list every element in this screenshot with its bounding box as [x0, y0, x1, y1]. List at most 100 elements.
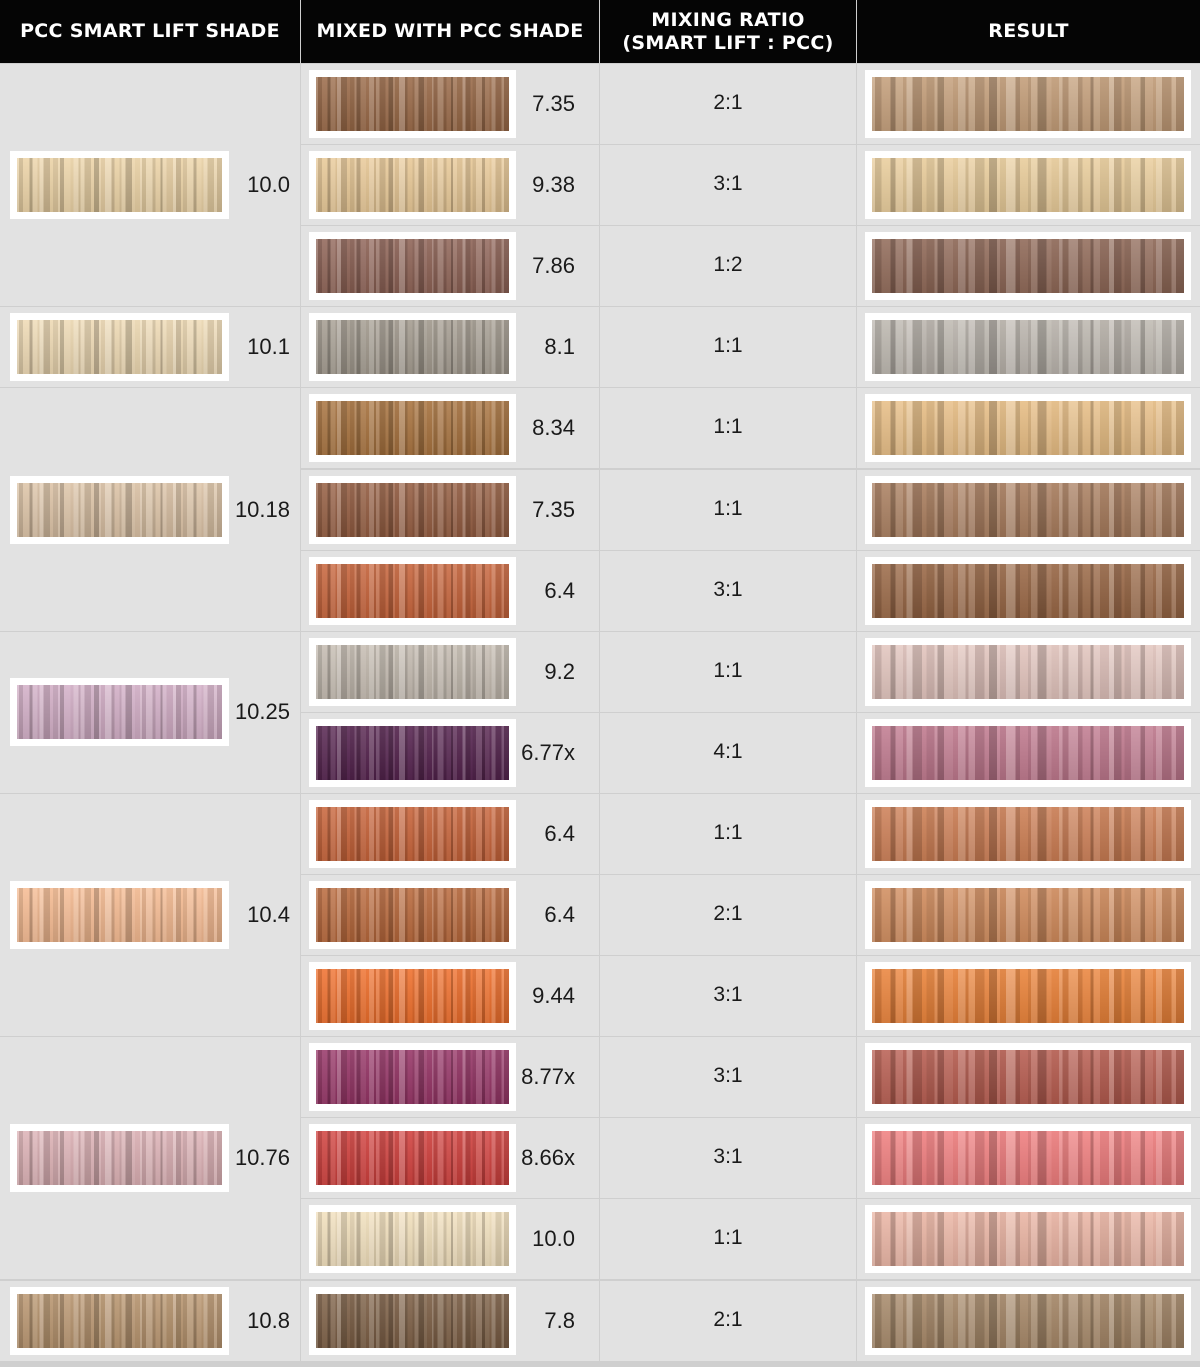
result-swatch — [865, 1286, 1191, 1355]
pcc-shade-label: 9.2 — [544, 658, 575, 684]
hair-swatch-image — [872, 239, 1184, 294]
pcc-shade-swatch — [309, 799, 516, 868]
pcc-shade-cell: 10.0 — [301, 1199, 599, 1280]
pcc-shade-cell: 6.4 — [301, 793, 599, 874]
pcc-shade-cell: 7.8 — [301, 1280, 599, 1361]
result-swatch — [865, 70, 1191, 139]
mixing-ratio-cell: 3:1 — [600, 550, 856, 631]
result-cell — [857, 469, 1200, 550]
result-swatch — [865, 232, 1191, 301]
mixing-ratio-cell: 1:1 — [600, 307, 856, 388]
result-swatch — [865, 1124, 1191, 1193]
mixing-ratio-value: 2:1 — [713, 91, 743, 115]
smart-lift-swatch — [10, 1286, 229, 1355]
result-cell — [857, 1280, 1200, 1361]
hair-swatch-image — [872, 401, 1184, 456]
smart-lift-cell: 10.18 — [0, 388, 300, 631]
pcc-shade-cell: 7.35 — [301, 64, 599, 145]
pcc-shade-swatch — [309, 1043, 516, 1112]
pcc-shade-swatch — [309, 313, 516, 382]
pcc-shade-label: 8.34 — [532, 415, 575, 441]
hair-swatch-image — [316, 888, 509, 943]
result-cell — [857, 64, 1200, 145]
smart-lift-shade-label: 10.18 — [234, 496, 290, 522]
pcc-shade-cell: 9.2 — [301, 631, 599, 712]
hair-swatch-image — [872, 1050, 1184, 1105]
hair-swatch-image — [872, 1212, 1184, 1267]
hair-swatch-image — [872, 644, 1184, 699]
hair-swatch-image — [872, 888, 1184, 943]
smart-lift-shade-label: 10.25 — [234, 699, 290, 725]
pcc-shade-swatch — [309, 1286, 516, 1355]
mixing-ratio-cell: 2:1 — [600, 64, 856, 145]
pcc-shade-label: 9.44 — [532, 983, 575, 1009]
hair-swatch-image — [872, 1293, 1184, 1348]
result-cell — [857, 1037, 1200, 1118]
hair-swatch-image — [872, 806, 1184, 861]
pcc-shade-cell: 7.86 — [301, 226, 599, 307]
result-cell — [857, 226, 1200, 307]
mixing-ratio-value: 3:1 — [713, 983, 743, 1007]
mixing-ratio-cell: 1:1 — [600, 1199, 856, 1280]
result-cell — [857, 145, 1200, 226]
pcc-shade-swatch — [309, 232, 516, 301]
pcc-shade-swatch — [309, 962, 516, 1031]
hair-swatch-image — [316, 1050, 509, 1105]
pcc-shade-label: 6.4 — [544, 577, 575, 603]
result-cell — [857, 712, 1200, 793]
pcc-shade-swatch — [309, 637, 516, 706]
smart-lift-cell: 10.8 — [0, 1280, 300, 1361]
result-swatch — [865, 799, 1191, 868]
result-swatch — [865, 1205, 1191, 1274]
pcc-shade-swatch — [309, 1124, 516, 1193]
hair-swatch-image — [316, 969, 509, 1024]
mixing-ratio-cell: 3:1 — [600, 145, 856, 226]
mixing-ratio-value: 2:1 — [713, 1307, 743, 1331]
smart-lift-swatch — [10, 151, 229, 220]
smart-lift-cell: 10.76 — [0, 1037, 300, 1280]
hair-swatch-image — [17, 685, 222, 740]
hair-swatch-image — [316, 1212, 509, 1267]
mixing-ratio-cell: 3:1 — [600, 1118, 856, 1199]
pcc-shade-label: 7.86 — [532, 253, 575, 279]
result-swatch — [865, 718, 1191, 787]
hair-swatch-image — [316, 1293, 509, 1348]
hair-swatch-image — [17, 158, 222, 213]
header-result-label: RESULT — [988, 20, 1069, 42]
pcc-shade-cell: 9.44 — [301, 956, 599, 1037]
result-cell — [857, 550, 1200, 631]
result-cell — [857, 388, 1200, 469]
hair-swatch-image — [316, 239, 509, 294]
result-cell — [857, 1118, 1200, 1199]
pcc-shade-swatch — [309, 70, 516, 139]
mixing-ratio-value: 1:1 — [713, 496, 743, 520]
result-swatch — [865, 637, 1191, 706]
mixing-ratio-value: 1:2 — [713, 253, 743, 277]
result-cell — [857, 307, 1200, 388]
result-cell — [857, 1199, 1200, 1280]
header-mixed-with-label: MIXED WITH PCC SHADE — [316, 20, 584, 42]
pcc-shade-label: 8.77x — [521, 1064, 575, 1090]
hair-swatch-image — [316, 1131, 509, 1186]
hair-swatch-image — [872, 969, 1184, 1024]
pcc-shade-swatch — [309, 556, 516, 625]
result-cell — [857, 956, 1200, 1037]
mixing-ratio-cell: 4:1 — [600, 712, 856, 793]
mixing-ratio-cell: 1:1 — [600, 388, 856, 469]
hair-swatch-image — [872, 1131, 1184, 1186]
smart-lift-shade-label: 10.76 — [234, 1145, 290, 1171]
pcc-shade-swatch — [309, 1205, 516, 1274]
hair-swatch-image — [316, 401, 509, 456]
smart-lift-swatch — [10, 1124, 229, 1193]
smart-lift-shade-label: 10.4 — [247, 902, 290, 928]
mixing-ratio-value: 1:1 — [713, 658, 743, 682]
hair-swatch-image — [316, 806, 509, 861]
result-cell — [857, 793, 1200, 874]
hair-swatch-image — [872, 563, 1184, 618]
pcc-shade-label: 7.35 — [532, 91, 575, 117]
header-result: RESULT — [857, 0, 1200, 63]
pcc-shade-label: 6.4 — [544, 820, 575, 846]
smart-lift-cell: 10.0 — [0, 64, 300, 307]
hair-swatch-image — [872, 77, 1184, 132]
result-swatch — [865, 881, 1191, 950]
